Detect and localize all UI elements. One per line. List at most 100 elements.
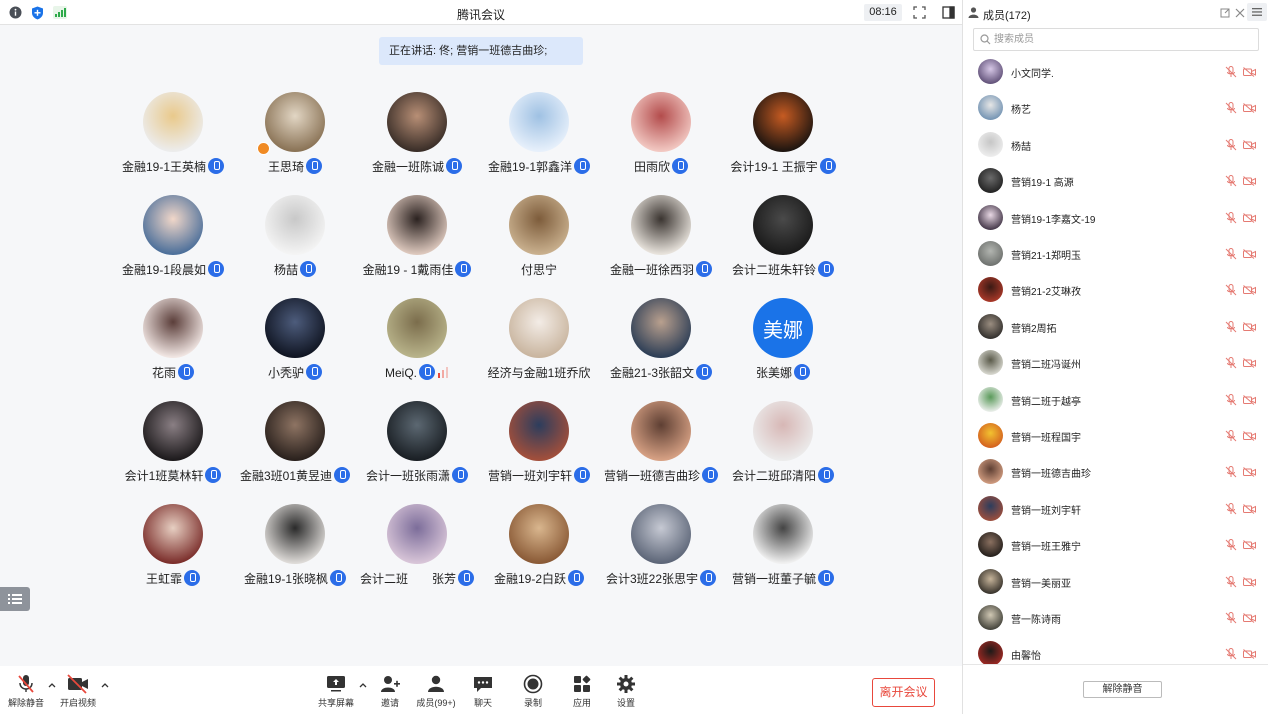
participant-tile[interactable]: 会计二班邱清阳 xyxy=(722,401,842,491)
participant-tile[interactable]: 金融一班陈诚 xyxy=(356,92,478,182)
mic-muted-icon[interactable] xyxy=(1225,102,1237,114)
mic-muted-icon[interactable] xyxy=(1225,539,1237,551)
camera-off-icon[interactable] xyxy=(1243,321,1256,332)
record-button[interactable]: 录制 xyxy=(507,674,559,709)
camera-off-icon[interactable] xyxy=(1243,576,1256,587)
camera-off-icon[interactable] xyxy=(1243,613,1256,623)
mic-muted-icon[interactable] xyxy=(1225,248,1237,260)
participant-tile[interactable]: 金融21-3张韶文 xyxy=(600,298,722,388)
participant-tile[interactable]: 金融3班01黄昱迪 xyxy=(234,401,356,491)
member-list-item[interactable]: 杨艺 xyxy=(963,90,1268,126)
mic-muted-icon[interactable] xyxy=(1225,430,1237,442)
camera-off-icon[interactable] xyxy=(1243,431,1256,441)
mic-muted-icon[interactable] xyxy=(1225,284,1237,296)
unmute-all-button[interactable]: 解除静音 xyxy=(1083,681,1162,698)
chat-button[interactable]: 聊天 xyxy=(457,674,509,709)
start-video-button[interactable]: 开启视频 xyxy=(52,674,104,709)
participant-tile[interactable]: 会计一班张雨潇 xyxy=(356,401,478,491)
participant-tile[interactable]: 金融一班徐西羽 xyxy=(600,195,722,285)
participant-tile[interactable]: 王思琦 xyxy=(234,92,356,182)
members-button[interactable]: 成员(99+) xyxy=(410,674,462,709)
participant-tile[interactable]: 营销一班德吉曲珍 xyxy=(600,401,722,491)
mic-muted-icon[interactable] xyxy=(1225,138,1237,151)
camera-off-icon[interactable] xyxy=(1243,285,1256,296)
camera-off-icon[interactable] xyxy=(1243,249,1256,259)
member-list-item[interactable]: 小文同学. xyxy=(963,54,1268,90)
close-icon[interactable] xyxy=(1235,8,1245,18)
participant-tile[interactable]: 金融19-1王英楠 xyxy=(112,92,234,182)
participant-tile[interactable]: 会计二班朱轩铃 xyxy=(722,195,842,285)
member-list-item[interactable]: 营销一美丽亚 xyxy=(963,564,1268,600)
member-list-item[interactable]: 营销19-1 高源 xyxy=(963,163,1268,199)
participant-name: 营销一班刘宇轩 xyxy=(487,469,572,483)
member-list-item[interactable]: 营销21-1郑明玉 xyxy=(963,236,1268,272)
camera-off-icon[interactable] xyxy=(1243,212,1256,223)
member-list-item[interactable]: 营销一班王雅宁 xyxy=(963,527,1268,563)
participant-tile[interactable]: 金融19-1张晓枫 xyxy=(234,504,356,594)
share-screen-button[interactable]: 共享屏幕 xyxy=(310,674,362,709)
participant-tile[interactable]: 金融19 - 1戴雨佳 xyxy=(356,195,478,285)
mic-muted-icon[interactable] xyxy=(1225,612,1237,624)
member-list-item[interactable]: 营一陈诗雨 xyxy=(963,600,1268,636)
participant-tile[interactable]: 杨喆 xyxy=(234,195,356,285)
participant-tile[interactable]: 营销一班董子毓 xyxy=(722,504,842,594)
camera-off-icon[interactable] xyxy=(1243,67,1256,77)
more-menu-button[interactable] xyxy=(1247,3,1267,21)
participant-tile[interactable]: 王虹霏 xyxy=(112,504,234,594)
mic-muted-icon[interactable] xyxy=(1225,66,1237,78)
camera-off-icon[interactable] xyxy=(1243,467,1256,478)
member-list-item[interactable]: 营销二班于越亭 xyxy=(963,382,1268,418)
participant-tile[interactable]: MeiQ. xyxy=(356,298,478,388)
mic-muted-icon[interactable] xyxy=(1225,502,1237,515)
mic-muted-icon[interactable] xyxy=(1225,175,1237,187)
camera-off-icon[interactable] xyxy=(1243,394,1256,405)
participant-tile[interactable]: 经济与金融1班乔欣 xyxy=(478,298,600,388)
mic-muted-icon[interactable] xyxy=(1225,320,1237,333)
camera-off-icon[interactable] xyxy=(1243,540,1256,551)
camera-off-icon[interactable] xyxy=(1243,503,1256,514)
camera-off-icon[interactable] xyxy=(1243,176,1256,187)
participant-tile[interactable]: 田雨欣 xyxy=(600,92,722,182)
mic-muted-icon[interactable] xyxy=(1225,393,1237,406)
camera-off-icon[interactable] xyxy=(1243,103,1256,114)
popout-icon[interactable] xyxy=(1220,8,1230,18)
settings-button[interactable]: 设置 xyxy=(600,674,652,709)
participant-tile[interactable]: 金融19-1郭鑫洋 xyxy=(478,92,600,182)
camera-off-icon[interactable] xyxy=(1243,139,1256,150)
invite-button[interactable]: 邀请 xyxy=(364,674,416,709)
participant-tile[interactable]: 会计19-1 王振宇 xyxy=(722,92,842,182)
member-list-item[interactable]: 营销二班冯诞州 xyxy=(963,345,1268,381)
member-list-item[interactable]: 由馨怡 xyxy=(963,636,1268,664)
member-search-input[interactable]: 搜索成员 xyxy=(973,28,1259,51)
member-list-item[interactable]: 营销2周拓 xyxy=(963,309,1268,345)
participant-tile[interactable]: 营销一班刘宇轩 xyxy=(478,401,600,491)
member-list-item[interactable]: 营销21-2艾琳孜 xyxy=(963,272,1268,308)
participant-tile[interactable]: 金融19-2白跃 xyxy=(478,504,600,594)
participant-tile[interactable]: 会计3班22张思宇 xyxy=(600,504,722,594)
member-list-item[interactable]: 营销一班德吉曲珍 xyxy=(963,454,1268,490)
member-list-item[interactable]: 杨喆 xyxy=(963,127,1268,163)
unmute-button[interactable]: 解除静音 xyxy=(0,674,52,709)
camera-off-icon[interactable] xyxy=(1243,358,1256,369)
participant-tile[interactable]: 美娜 张美娜 xyxy=(722,298,842,388)
participant-tile[interactable]: 会计1班莫林轩 xyxy=(112,401,234,491)
participant-tile[interactable]: 小秃驴 xyxy=(234,298,356,388)
participant-tile[interactable]: 金融19-1段晨如 xyxy=(112,195,234,285)
participant-tile[interactable]: 花雨 xyxy=(112,298,234,388)
mic-muted-icon[interactable] xyxy=(1225,575,1237,588)
layout-toggle-icon[interactable] xyxy=(941,5,956,20)
participant-tile[interactable]: 会计二班 张芳 xyxy=(356,504,478,594)
mic-muted-icon[interactable] xyxy=(1225,357,1237,369)
leave-meeting-button[interactable]: 离开会议 xyxy=(872,678,935,707)
participant-tile[interactable]: 付思宁 xyxy=(478,195,600,285)
member-list-item[interactable]: 营销19-1李嘉文-19 xyxy=(963,200,1268,236)
member-list-item[interactable]: 营销一班刘宇轩 xyxy=(963,491,1268,527)
mic-muted-icon[interactable] xyxy=(1225,466,1237,478)
mic-muted-icon[interactable] xyxy=(1225,211,1237,224)
mic-muted-icon[interactable] xyxy=(1225,648,1237,660)
member-list-item[interactable]: 营销一班程国宇 xyxy=(963,418,1268,454)
fullscreen-icon[interactable] xyxy=(912,5,927,20)
video-options-chevron-icon[interactable] xyxy=(100,680,110,690)
side-list-toggle[interactable] xyxy=(0,587,30,611)
camera-off-icon[interactable] xyxy=(1243,649,1256,660)
